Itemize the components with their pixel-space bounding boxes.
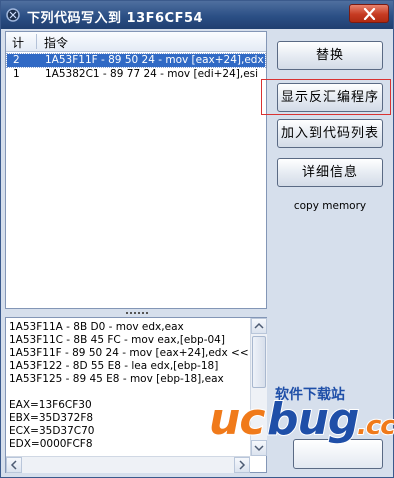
register-line: EDX=0000FCF8 <box>9 438 93 450</box>
add-to-codelist-button[interactable]: 加入到代码列表 <box>277 119 383 148</box>
close-icon <box>363 8 376 20</box>
scroll-up-button[interactable] <box>251 318 267 334</box>
disasm-line: 1A53F125 - 89 45 E8 - mov [ebp-18],eax <box>9 373 224 385</box>
disasm-line: 1A53F11C - 8B 45 FC - mov eax,[ebp-04] <box>9 334 225 346</box>
list-item-index: 1 <box>13 68 20 80</box>
window-title: 下列代码写入到 13F6CF54 <box>27 11 204 26</box>
title-bar[interactable]: 下列代码写入到 13F6CF54 <box>1 1 393 29</box>
watermark: 软件下载站 uc bug .cc <box>205 378 394 458</box>
ucbug-logo: uc bug .cc <box>208 393 394 446</box>
chevron-left-icon <box>10 460 17 470</box>
list-item[interactable]: 2 1A53F11F - 89 50 24 - mov [eax+24],edx <box>6 53 266 68</box>
column-header-count[interactable]: 计 <box>12 34 24 51</box>
disasm-line: 1A53F11A - 8B D0 - mov edx,eax <box>9 321 184 333</box>
column-divider[interactable] <box>36 34 37 49</box>
svg-text:.cc: .cc <box>357 411 394 441</box>
replace-button[interactable]: 替换 <box>277 41 383 70</box>
column-header-instruction[interactable]: 指令 <box>44 34 68 51</box>
chevron-right-icon <box>239 460 246 470</box>
svg-text:uc: uc <box>209 394 265 445</box>
disasm-line: 1A53F11F - 89 50 24 - mov [eax+24],edx <… <box>9 347 249 359</box>
svg-text:bug: bug <box>267 394 359 445</box>
close-button[interactable] <box>349 4 389 23</box>
instruction-list[interactable]: 计 指令 2 1A53F11F - 89 50 24 - mov [eax+24… <box>5 31 267 309</box>
register-line: EBX=35D372F8 <box>9 412 94 424</box>
register-line: EAX=13F6CF30 <box>9 399 92 411</box>
scroll-left-button[interactable] <box>6 457 22 473</box>
copy-memory-label: copy memory <box>293 200 367 212</box>
list-item[interactable]: 1 1A5382C1 - 89 77 24 - mov [edi+24],esi <box>7 68 265 81</box>
list-header: 计 指令 <box>6 32 266 52</box>
disasm-line: 1A53F122 - 8D 55 E8 - lea edx,[ebp-18] <box>9 360 219 372</box>
register-line: ECX=35D37C70 <box>9 425 95 437</box>
app-icon <box>6 8 20 22</box>
show-disassembler-button[interactable]: 显示反汇编程序 <box>277 83 383 112</box>
scroll-right-button[interactable] <box>234 457 250 473</box>
chevron-up-icon <box>254 322 264 329</box>
list-item-index: 2 <box>13 54 20 66</box>
watermark-logo: uc bug .cc <box>208 388 394 459</box>
details-button[interactable]: 详细信息 <box>277 158 383 187</box>
list-item-instruction: 1A5382C1 - 89 77 24 - mov [edi+24],esi <box>45 68 259 80</box>
list-item-instruction: 1A53F11F - 89 50 24 - mov [eax+24],edx <box>45 54 264 66</box>
